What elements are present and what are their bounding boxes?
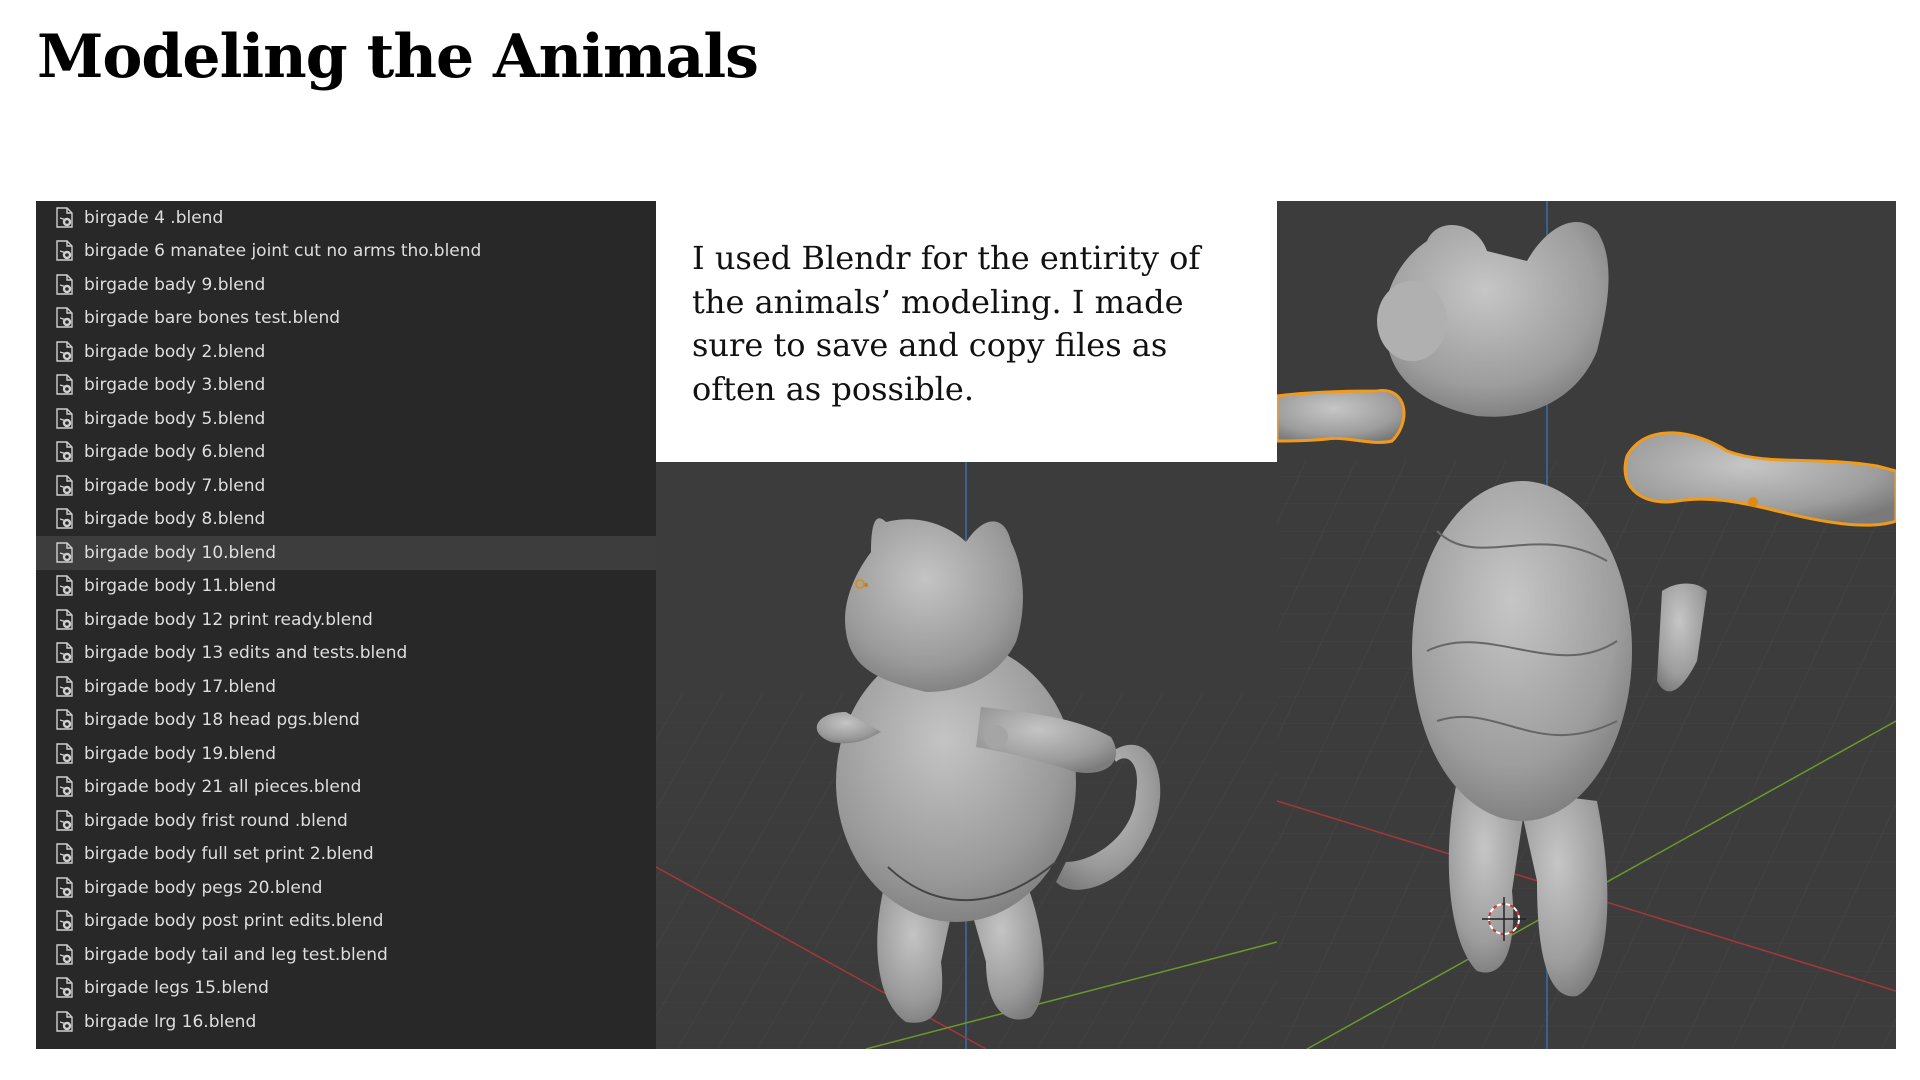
- file-name: birgade body 12 print ready.blend: [84, 609, 373, 630]
- blend-file-icon: [54, 876, 76, 900]
- file-name: birgade legs 15.blend: [84, 978, 269, 999]
- file-row[interactable]: birgade body post print edits.blend: [36, 905, 656, 939]
- blend-file-icon: [54, 407, 76, 431]
- slide-caption: I used Blendr for the entirity of the an…: [692, 239, 1201, 408]
- file-name: birgade body pegs 20.blend: [84, 877, 323, 898]
- file-row[interactable]: birgade body pegs 20.blend: [36, 871, 656, 905]
- blend-file-icon: [54, 909, 76, 933]
- file-name: birgade body 2.blend: [84, 341, 266, 362]
- blend-file-icon: [54, 675, 76, 699]
- file-row[interactable]: birgade lrg 16.blend: [36, 1005, 656, 1039]
- blend-file-icon: [54, 976, 76, 1000]
- viewport-front-view[interactable]: [1277, 201, 1896, 1049]
- caption-box: I used Blendr for the entirity of the an…: [656, 201, 1277, 462]
- file-row[interactable]: birgade body 10.blend: [36, 536, 656, 570]
- file-name: birgade bare bones test.blend: [84, 308, 341, 329]
- file-name: birgade body 13 edits and tests.blend: [84, 643, 408, 664]
- file-name: birgade body 19.blend: [84, 743, 277, 764]
- file-name: birgade 6 manatee joint cut no arms tho.…: [84, 241, 482, 262]
- file-name: birgade body 6.blend: [84, 442, 266, 463]
- blend-file-icon: [54, 775, 76, 799]
- blend-file-icon: [54, 541, 76, 565]
- blend-file-icon: [54, 708, 76, 732]
- blend-file-icon: [54, 943, 76, 967]
- file-row[interactable]: birgade 6 manatee joint cut no arms tho.…: [36, 235, 656, 269]
- file-row[interactable]: birgade body 8.blend: [36, 503, 656, 537]
- file-row[interactable]: birgade body 12 print ready.blend: [36, 603, 656, 637]
- blend-file-icon: [54, 842, 76, 866]
- blend-file-icon: [54, 809, 76, 833]
- blend-file-icon: [54, 373, 76, 397]
- file-row[interactable]: birgade body 18 head pgs.blend: [36, 704, 656, 738]
- file-name: birgade body tail and leg test.blend: [84, 944, 388, 965]
- file-row[interactable]: birgade body full set print 2.blend: [36, 838, 656, 872]
- blend-file-icon: [54, 340, 76, 364]
- file-name: birgade body 5.blend: [84, 408, 266, 429]
- file-name: birgade body 18 head pgs.blend: [84, 710, 360, 731]
- blend-file-list[interactable]: birgade 4 .blend birgade 6 manatee joint …: [36, 201, 656, 1049]
- file-row[interactable]: birgade body 17.blend: [36, 670, 656, 704]
- viewport-back-view[interactable]: [656, 462, 1277, 1049]
- file-row[interactable]: birgade body 3.blend: [36, 369, 656, 403]
- file-name: birgade body 11.blend: [84, 576, 277, 597]
- file-name: birgade body 10.blend: [84, 542, 277, 563]
- blend-file-icon: [54, 474, 76, 498]
- file-row[interactable]: birgade body 6.blend: [36, 436, 656, 470]
- file-row[interactable]: birgade legs 15.blend: [36, 972, 656, 1006]
- file-name: birgade body frist round .blend: [84, 810, 348, 831]
- blend-file-icon: [54, 574, 76, 598]
- cat-model-closeup-render: [1277, 201, 1896, 1049]
- slide-title: Modeling the Animals: [37, 22, 759, 92]
- file-name: birgade bady 9.blend: [84, 274, 266, 295]
- blend-file-icon: [54, 206, 76, 230]
- blend-file-icon: [54, 608, 76, 632]
- file-row[interactable]: birgade body 19.blend: [36, 737, 656, 771]
- file-name: birgade lrg 16.blend: [84, 1011, 257, 1032]
- blend-file-icon: [54, 742, 76, 766]
- blend-file-icon: [54, 641, 76, 665]
- blend-file-icon: [54, 239, 76, 263]
- blend-file-icon: [54, 306, 76, 330]
- file-row[interactable]: birgade body tail and leg test.blend: [36, 938, 656, 972]
- file-row[interactable]: birgade body 21 all pieces.blend: [36, 771, 656, 805]
- blend-file-icon: [54, 507, 76, 531]
- file-name: birgade body post print edits.blend: [84, 911, 384, 932]
- cat-model-render: [656, 462, 1277, 1049]
- file-row[interactable]: birgade body 2.blend: [36, 335, 656, 369]
- file-name: birgade body 8.blend: [84, 509, 266, 530]
- file-row[interactable]: birgade bady 9.blend: [36, 268, 656, 302]
- blend-file-icon: [54, 1010, 76, 1034]
- file-name: birgade body 17.blend: [84, 676, 277, 697]
- blend-file-icon: [54, 273, 76, 297]
- file-row[interactable]: birgade body 11.blend: [36, 570, 656, 604]
- file-name: birgade body 7.blend: [84, 475, 266, 496]
- file-row[interactable]: birgade body 13 edits and tests.blend: [36, 637, 656, 671]
- file-name: birgade body 3.blend: [84, 375, 266, 396]
- file-row[interactable]: birgade 4 .blend: [36, 201, 656, 235]
- file-name: birgade 4 .blend: [84, 207, 224, 228]
- file-row[interactable]: birgade body 5.blend: [36, 402, 656, 436]
- file-name: birgade body 21 all pieces.blend: [84, 777, 362, 798]
- file-row[interactable]: birgade bare bones test.blend: [36, 302, 656, 336]
- blend-file-icon: [54, 440, 76, 464]
- file-row[interactable]: birgade body 7.blend: [36, 469, 656, 503]
- file-name: birgade body full set print 2.blend: [84, 844, 374, 865]
- file-row[interactable]: birgade body frist round .blend: [36, 804, 656, 838]
